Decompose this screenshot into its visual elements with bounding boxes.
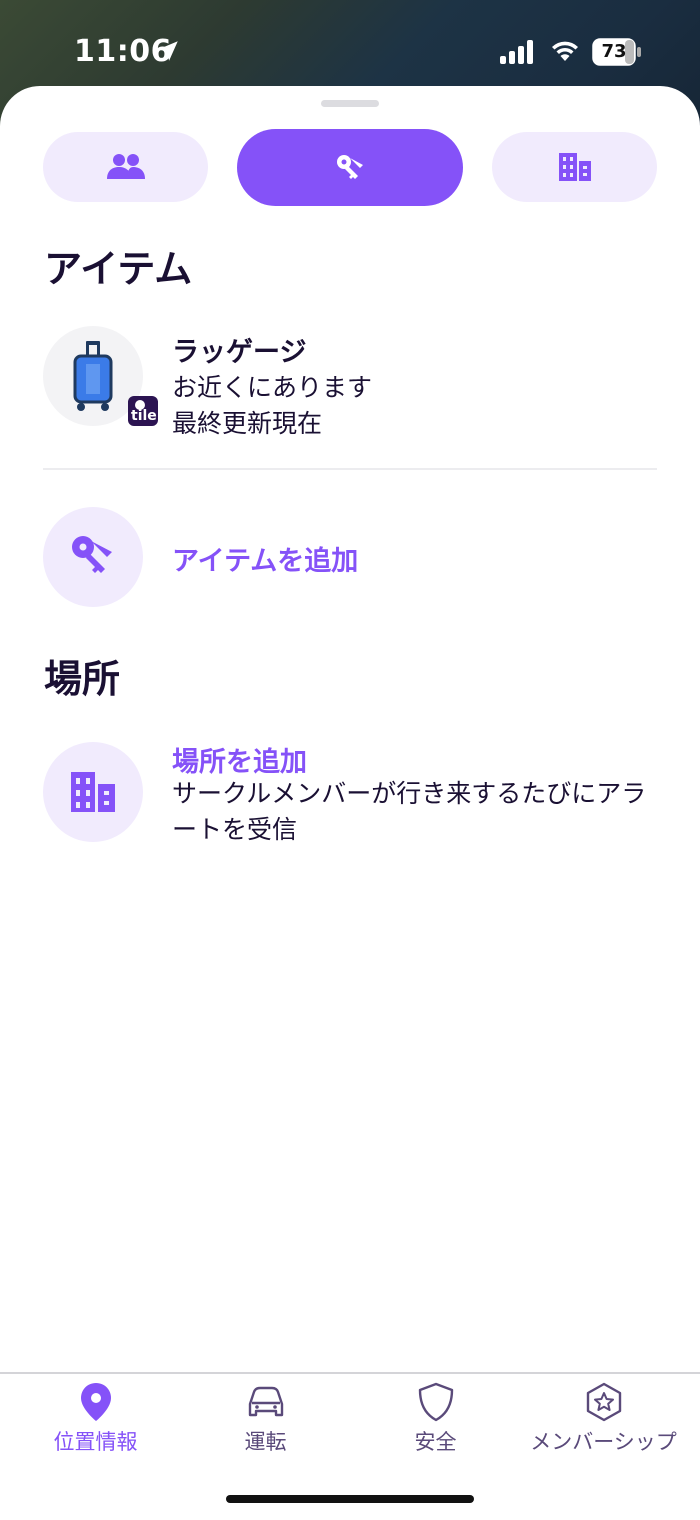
tab-location-label: 位置情報 (53, 1430, 138, 1454)
segment-items[interactable] (237, 129, 463, 206)
add-item-label: アイテムを追加 (172, 546, 359, 577)
bottom-sheet: アイテム tile ラッゲージ お近くにあります 最終更新現在 アイテムを追加 … (0, 86, 700, 1518)
shield-icon (418, 1382, 453, 1422)
item-row-luggage[interactable]: tile ラッゲージ お近くにあります 最終更新現在 (0, 326, 700, 466)
tile-badge-icon: tile (128, 396, 158, 426)
building-icon (71, 772, 115, 812)
star-badge-icon (586, 1382, 621, 1422)
building-icon (558, 153, 591, 181)
tab-driving[interactable]: 運転 (178, 1382, 353, 1462)
people-icon (106, 154, 145, 179)
tab-membership[interactable]: メンバーシップ (516, 1382, 691, 1462)
item-status: お近くにあります (172, 373, 373, 402)
segment-people[interactable] (43, 132, 208, 202)
cellular-signal-icon (500, 40, 533, 64)
home-indicator[interactable] (226, 1495, 474, 1503)
keys-icon (337, 154, 363, 179)
location-arrow-icon (158, 41, 178, 61)
battery-level: 73 (601, 41, 627, 62)
add-place-avatar (43, 742, 143, 842)
divider (43, 468, 657, 470)
tab-location[interactable]: 位置情報 (8, 1382, 183, 1462)
add-place-button[interactable]: 場所を追加 サークルメンバーが行き来するたびにアラートを受信 (0, 742, 700, 852)
add-item-button[interactable]: アイテムを追加 (0, 507, 700, 607)
tab-safety[interactable]: 安全 (348, 1382, 523, 1462)
segment-places[interactable] (492, 132, 657, 202)
add-place-label: 場所を追加 (172, 747, 307, 778)
add-item-avatar (43, 507, 143, 607)
tab-safety-label: 安全 (414, 1430, 457, 1454)
tab-membership-label: メンバーシップ (530, 1430, 677, 1454)
sheet-grabber[interactable] (321, 100, 379, 107)
items-section-title: アイテム (44, 247, 193, 291)
location-pin-icon (80, 1383, 111, 1421)
keys-icon (72, 536, 112, 573)
places-section-title: 場所 (44, 657, 121, 701)
status-bar: 11:06 73 (0, 0, 700, 90)
wifi-icon (552, 41, 578, 61)
item-name: ラッゲージ (172, 337, 307, 368)
tab-driving-label: 運転 (244, 1430, 287, 1454)
item-last-updated: 最終更新現在 (172, 409, 323, 438)
car-icon (248, 1386, 283, 1417)
add-place-description: サークルメンバーが行き来するたびにアラートを受信 (172, 779, 647, 844)
